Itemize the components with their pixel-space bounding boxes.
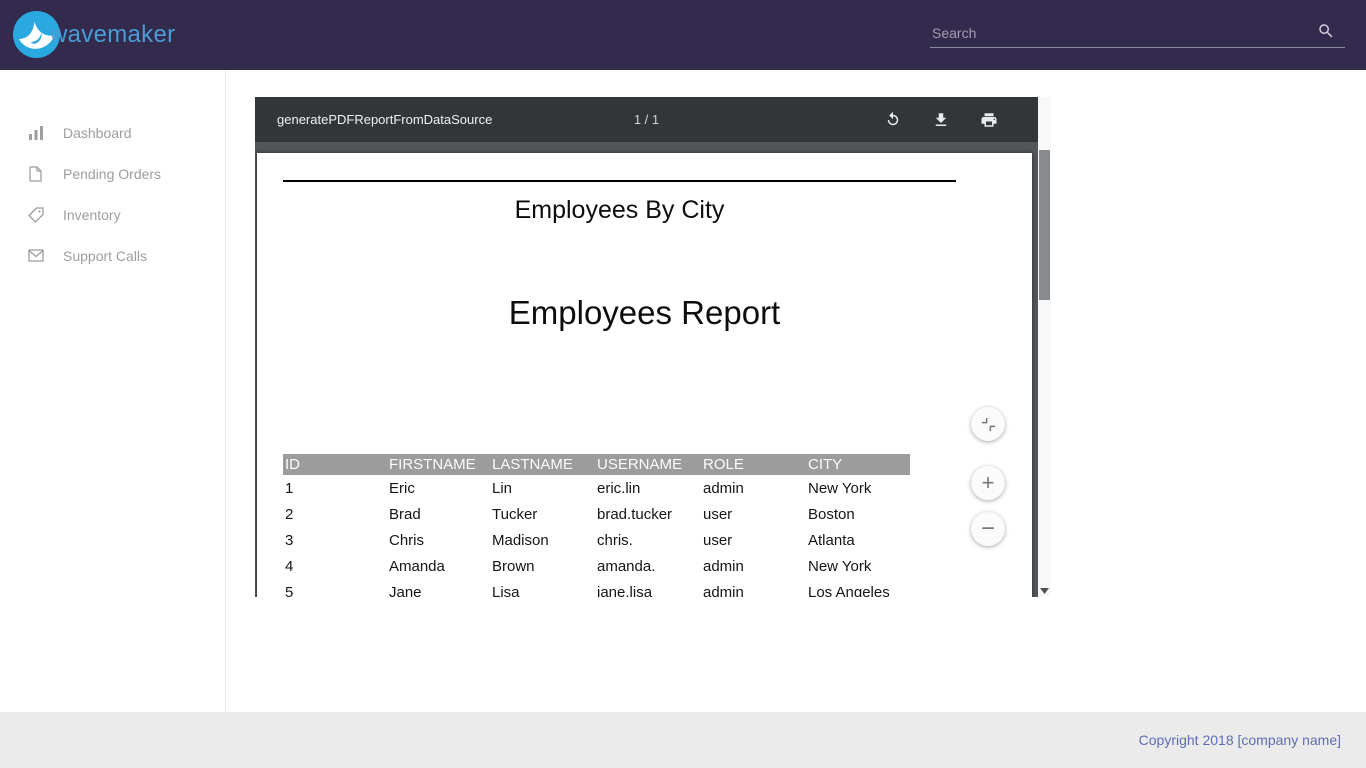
sidebar-item-label: Pending Orders	[63, 167, 161, 181]
document-rule	[283, 180, 956, 182]
app-window: wavemaker Dashboard Pending Orders Invento…	[0, 0, 1366, 768]
table-cell: admin	[701, 475, 806, 501]
fit-to-page-icon	[981, 417, 996, 432]
table-cell: Los Angeles	[806, 579, 910, 597]
table-cell: Atlanta	[806, 527, 910, 553]
pdf-scrollbar-track[interactable]	[1038, 97, 1051, 597]
copyright-text: Copyright 2018 [company name]	[1139, 732, 1341, 748]
document-icon	[28, 165, 45, 182]
table-row: 1EricLineric.linadminNew York	[283, 475, 910, 501]
download-icon[interactable]	[932, 111, 950, 129]
table-cell: New York	[806, 475, 910, 501]
table-cell: Tucker	[490, 501, 595, 527]
pdf-viewer: generatePDFReportFromDataSource 1 / 1	[255, 97, 1051, 597]
fit-to-page-button[interactable]	[971, 407, 1005, 441]
table-cell: 2	[283, 501, 387, 527]
sidebar-nav: Dashboard Pending Orders Inventory Support …	[0, 70, 226, 712]
sidebar-item-label: Inventory	[63, 208, 121, 222]
print-icon[interactable]	[980, 111, 998, 129]
table-cell: amanda.	[595, 553, 701, 579]
table-cell: brad.tucker	[595, 501, 701, 527]
document-subtitle: Employees By City	[283, 196, 956, 225]
report-table-head-row: IDFIRSTNAMELASTNAMEUSERNAMEROLECITY	[283, 454, 910, 475]
sidebar-item-support-calls[interactable]: Support Calls	[0, 235, 225, 276]
brand-name: wavemaker	[50, 21, 175, 49]
table-cell: Madison	[490, 527, 595, 553]
search-input[interactable]	[930, 25, 1309, 41]
table-row: 2BradTuckerbrad.tuckeruserBoston	[283, 501, 910, 527]
table-cell: jane.lisa	[595, 579, 701, 597]
table-cell: chris.	[595, 527, 701, 553]
report-table-body: 1EricLineric.linadminNew York2BradTucker…	[283, 475, 910, 597]
main-content: generatePDFReportFromDataSource 1 / 1	[227, 70, 1366, 712]
table-cell: Lisa	[490, 579, 595, 597]
table-cell: Chris	[387, 527, 490, 553]
sidebar-item-dashboard[interactable]: Dashboard	[0, 112, 225, 153]
sidebar-menu: Dashboard Pending Orders Inventory Support …	[0, 112, 225, 276]
table-cell: New York	[806, 553, 910, 579]
table-cell: user	[701, 527, 806, 553]
pdf-document-title: generatePDFReportFromDataSource	[277, 112, 492, 127]
table-row: 4AmandaBrownamanda.adminNew York	[283, 553, 910, 579]
document-title: Employees Report	[257, 294, 1032, 332]
zoom-in-button[interactable]: +	[971, 466, 1005, 500]
column-header: USERNAME	[595, 454, 701, 475]
table-cell: Amanda	[387, 553, 490, 579]
column-header: ROLE	[701, 454, 806, 475]
table-cell: Jane	[387, 579, 490, 597]
sidebar-item-label: Dashboard	[63, 126, 132, 140]
table-cell: Boston	[806, 501, 910, 527]
mail-icon	[28, 247, 45, 264]
rotate-icon[interactable]	[884, 111, 902, 129]
table-cell: eric.lin	[595, 475, 701, 501]
page-footer: Copyright 2018 [company name]	[0, 712, 1366, 768]
zoom-out-button[interactable]: −	[971, 512, 1005, 546]
brand-logo[interactable]: wavemaker	[13, 11, 175, 58]
table-cell: 1	[283, 475, 387, 501]
column-header: ID	[283, 454, 387, 475]
table-cell: Brown	[490, 553, 595, 579]
table-cell: 5	[283, 579, 387, 597]
table-cell: user	[701, 501, 806, 527]
table-cell: Lin	[490, 475, 595, 501]
sidebar-item-inventory[interactable]: Inventory	[0, 194, 225, 235]
tag-icon	[28, 206, 45, 223]
table-cell: 4	[283, 553, 387, 579]
table-cell: Brad	[387, 501, 490, 527]
sidebar-item-pending-orders[interactable]: Pending Orders	[0, 153, 225, 194]
search-icon[interactable]	[1317, 22, 1335, 40]
table-row: 3ChrisMadisonchris.userAtlanta	[283, 527, 910, 553]
scroll-down-arrow-icon[interactable]	[1038, 588, 1051, 594]
column-header: FIRSTNAME	[387, 454, 490, 475]
column-header: CITY	[806, 454, 910, 475]
table-cell: admin	[701, 579, 806, 597]
pdf-page-area: Employees By City Employees Report IDFIR…	[255, 142, 1038, 597]
column-header: LASTNAME	[490, 454, 595, 475]
table-row: 5JaneLisajane.lisaadminLos Angeles	[283, 579, 910, 597]
pdf-scrollbar-thumb[interactable]	[1039, 150, 1050, 300]
table-cell: Eric	[387, 475, 490, 501]
sidebar-item-label: Support Calls	[63, 249, 147, 263]
table-cell: 3	[283, 527, 387, 553]
pdf-toolbar: generatePDFReportFromDataSource 1 / 1	[255, 97, 1038, 142]
employees-table: IDFIRSTNAMELASTNAMEUSERNAMEROLECITY 1Eri…	[283, 454, 910, 597]
pdf-page: Employees By City Employees Report IDFIR…	[257, 153, 1032, 597]
search-field	[930, 18, 1345, 48]
top-navbar: wavemaker	[0, 0, 1366, 70]
table-cell: admin	[701, 553, 806, 579]
bar-chart-icon	[28, 124, 45, 141]
